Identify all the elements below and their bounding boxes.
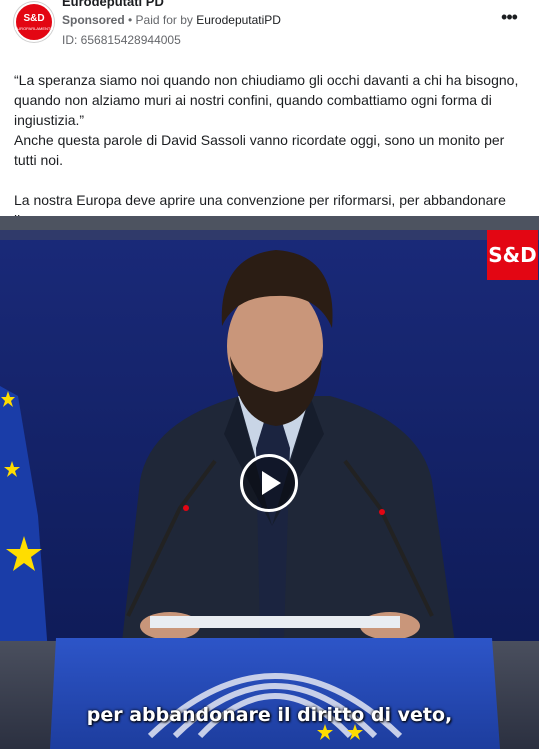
sd-logo: S&D (487, 230, 538, 280)
play-icon[interactable] (240, 454, 298, 512)
avatar-text: S&D (23, 12, 45, 24)
ad-post-card: S&D EUROPARLAMENTO Eurodeputati PD Spons… (0, 0, 539, 749)
more-options-icon[interactable]: ••• (497, 8, 521, 30)
video-player[interactable]: S&D per abbandonare il diritto di veto, (0, 216, 539, 749)
ad-id: ID: 656815428944005 (62, 33, 181, 47)
sponsored-label: Sponsored (62, 13, 125, 27)
paid-for-prefix: Paid for by (135, 13, 197, 27)
post-header: S&D EUROPARLAMENTO Eurodeputati PD Spons… (0, 0, 539, 52)
page-avatar[interactable]: S&D EUROPARLAMENTO (14, 2, 54, 42)
paid-for-name[interactable]: EurodeputatiPD (196, 13, 281, 27)
avatar-subtext: EUROPARLAMENTO (14, 25, 54, 31)
sponsored-line: Sponsored • Paid for by EurodeputatiPD (62, 13, 281, 27)
post-text: “La speranza siamo noi quando non chiudi… (14, 70, 526, 230)
post-text-line2: Anche questa parole di David Sassoli van… (14, 132, 505, 168)
meta-separator: • (124, 13, 136, 27)
post-text-quote: “La speranza siamo noi quando non chiudi… (14, 72, 519, 128)
page-name-link[interactable]: Eurodeputati PD (62, 0, 164, 9)
video-subtitle: per abbandonare il diritto di veto, (86, 704, 453, 726)
